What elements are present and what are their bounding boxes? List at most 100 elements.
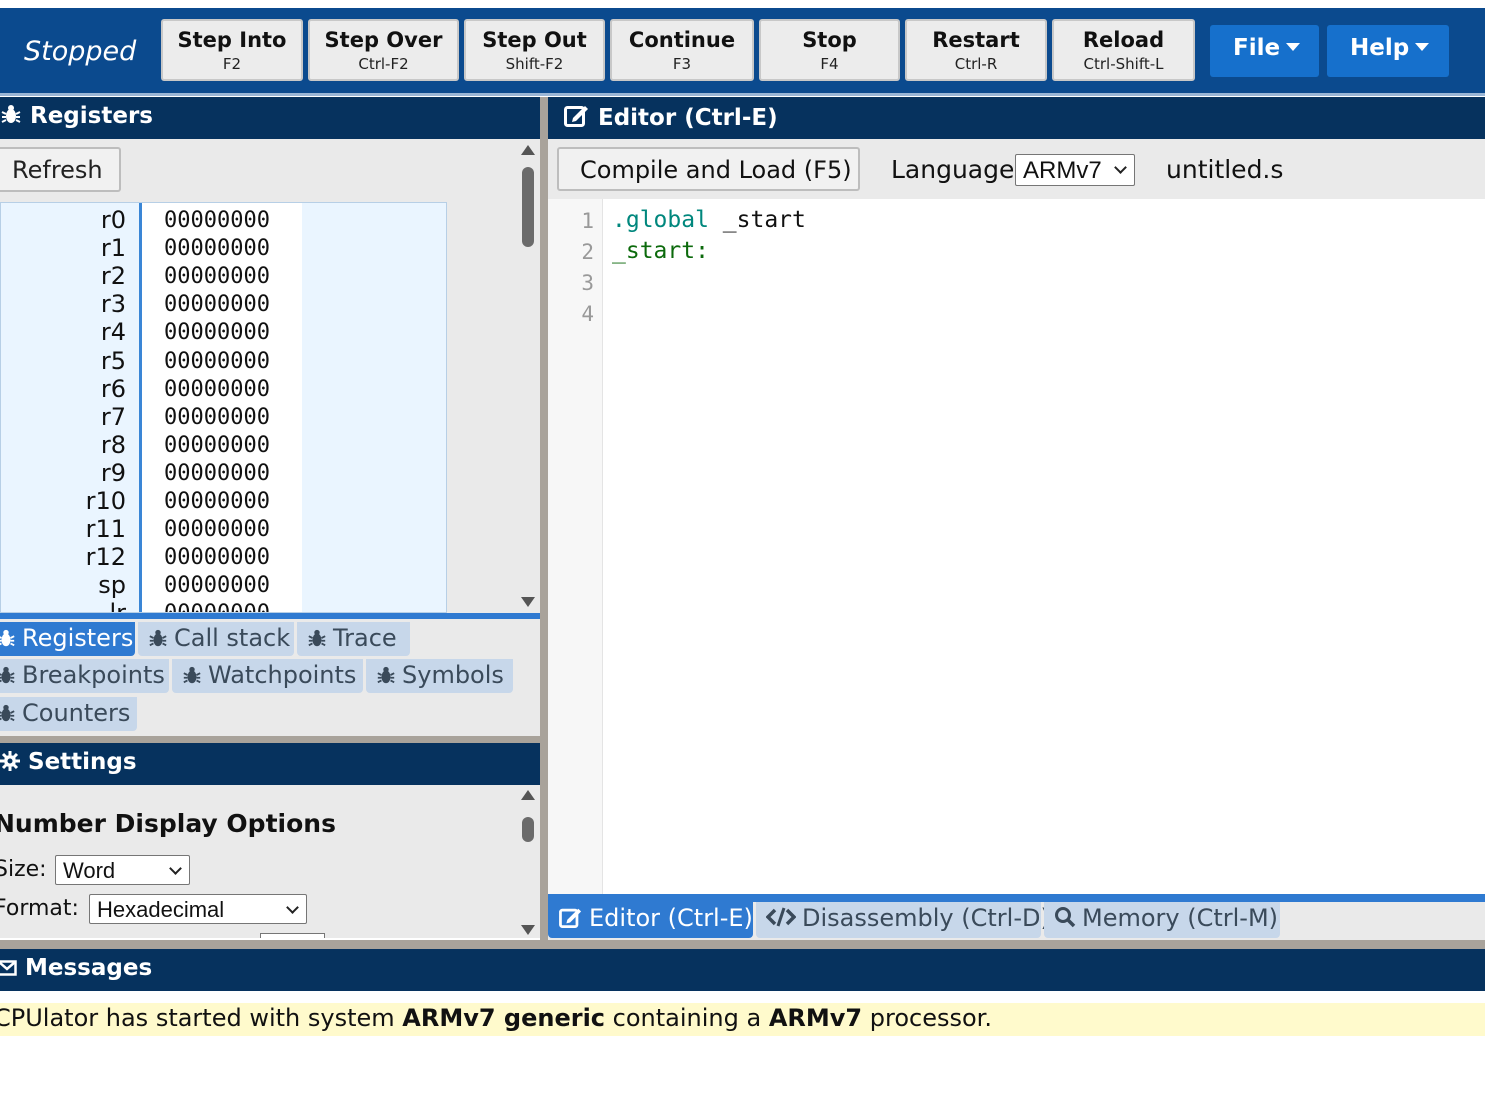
editor-toolbar: Compile and Load (F5) Language: ARMv7 un… [548, 139, 1485, 199]
language-label: Language: [891, 155, 1023, 184]
register-value[interactable]: 00000000 [164, 517, 270, 542]
settings-scrollbar[interactable] [521, 790, 535, 936]
tab-call-stack-label: Call stack [174, 624, 291, 652]
left-panel-splitter[interactable] [0, 736, 540, 743]
register-name: r0 [100, 206, 126, 234]
tab-trace[interactable]: Trace [297, 622, 410, 656]
register-name: r12 [85, 543, 126, 572]
language-select[interactable]: ARMv7 [1015, 154, 1135, 186]
register-name: r1 [100, 234, 126, 263]
caret-down-icon [1415, 43, 1430, 51]
chevron-down-icon [169, 862, 182, 875]
tab-memory[interactable]: Memory (Ctrl-M) [1044, 902, 1280, 938]
vertical-splitter[interactable] [540, 97, 548, 940]
filename: untitled.s [1166, 155, 1284, 184]
scroll-down-arrow-icon[interactable] [521, 597, 535, 607]
messages-splitter[interactable] [0, 940, 1485, 949]
file-menu-button[interactable]: File [1210, 25, 1319, 77]
gear-icon [0, 751, 20, 777]
register-value[interactable]: 00000000 [164, 489, 270, 514]
compile-and-load-button[interactable]: Compile and Load (F5) [557, 147, 860, 191]
message-line: CPUlator has started with system ARMv7 g… [0, 1003, 1485, 1036]
scroll-up-arrow-icon[interactable] [521, 145, 535, 155]
format-select[interactable]: Hexadecimal [89, 894, 307, 924]
reload-button[interactable]: Reload Ctrl-Shift-L [1052, 19, 1195, 81]
tab-registers-label: Registers [22, 624, 134, 652]
scrollbar-thumb[interactable] [522, 817, 534, 842]
step-into-button[interactable]: Step Into F2 [161, 19, 303, 81]
step-over-button[interactable]: Step Over Ctrl-F2 [308, 19, 459, 81]
label-token: _start: [612, 238, 709, 264]
format-label: Format: [0, 896, 79, 921]
tab-disassembly[interactable]: Disassembly (Ctrl-D) [756, 902, 1050, 938]
register-value[interactable]: 00000000 [164, 292, 270, 317]
code-line: _start: [612, 238, 709, 264]
register-name: r5 [100, 346, 126, 375]
editor-tab-strip: Editor (Ctrl-E) Disassembly (Ctrl-D) Mem… [548, 894, 1485, 940]
register-value[interactable]: 00000000 [164, 601, 270, 612]
register-name: r11 [85, 515, 126, 544]
register-row: r0 00000000 [1, 206, 446, 234]
tab-watchpoints[interactable]: Watchpoints [172, 659, 363, 693]
tab-editor[interactable]: Editor (Ctrl-E) [548, 902, 753, 938]
register-value[interactable]: 00000000 [164, 208, 270, 233]
step-over-shortcut: Ctrl-F2 [358, 55, 409, 73]
register-value[interactable]: 00000000 [164, 433, 270, 458]
registers-panel-header: Registers [0, 97, 540, 139]
code-editor[interactable]: 1 2 3 4 .global _start _start: [548, 199, 1485, 895]
register-value[interactable]: 00000000 [164, 264, 270, 289]
registers-scrollbar[interactable] [521, 145, 535, 609]
bug-icon [307, 626, 327, 654]
register-row: r4 00000000 [1, 318, 446, 347]
messages-panel-header: Messages [0, 949, 1485, 991]
step-over-label: Step Over [324, 28, 443, 52]
tab-breakpoints[interactable]: Breakpoints [0, 659, 169, 693]
step-into-label: Step Into [177, 28, 287, 52]
tab-symbols-label: Symbols [402, 661, 504, 689]
register-value[interactable]: 00000000 [164, 236, 270, 261]
bug-icon [0, 701, 16, 729]
refresh-button[interactable]: Refresh [0, 147, 121, 192]
editor-panel-header: Editor (Ctrl-E) [548, 97, 1485, 139]
message-text: CPUlator has started with system [0, 1004, 403, 1032]
bug-icon [0, 663, 16, 691]
caret-down-icon [1286, 43, 1301, 51]
tab-counters[interactable]: Counters [0, 697, 137, 731]
register-row: r11 00000000 [1, 515, 446, 544]
chevron-down-icon [286, 901, 299, 914]
help-menu-button[interactable]: Help [1327, 25, 1449, 77]
scroll-down-arrow-icon[interactable] [521, 925, 535, 935]
directive-token: .global [612, 207, 709, 233]
step-into-shortcut: F2 [222, 55, 242, 73]
register-row: r9 00000000 [1, 459, 446, 487]
register-value[interactable]: 00000000 [164, 349, 270, 374]
tab-symbols[interactable]: Symbols [366, 659, 513, 693]
register-name: r4 [100, 318, 126, 347]
step-out-button[interactable]: Step Out Shift-F2 [464, 19, 605, 81]
scrollbar-thumb[interactable] [522, 167, 534, 247]
register-value[interactable]: 00000000 [164, 377, 270, 402]
size-select[interactable]: Word [55, 855, 190, 885]
search-icon [1054, 906, 1076, 934]
partial-select [260, 933, 325, 938]
restart-button[interactable]: Restart Ctrl-R [905, 19, 1047, 81]
register-value[interactable]: 00000000 [164, 573, 270, 598]
scroll-up-arrow-icon[interactable] [521, 790, 535, 800]
tab-call-stack[interactable]: Call stack [138, 622, 294, 656]
restart-shortcut: Ctrl-R [954, 55, 998, 73]
tab-watchpoints-label: Watchpoints [208, 661, 357, 689]
register-value[interactable]: 00000000 [164, 545, 270, 570]
continue-label: Continue [628, 28, 736, 52]
code-icon [765, 906, 797, 934]
register-row: r10 00000000 [1, 487, 446, 515]
register-value[interactable]: 00000000 [164, 320, 270, 345]
continue-button[interactable]: Continue F3 [610, 19, 754, 81]
tab-registers[interactable]: Registers [0, 622, 135, 656]
stop-button[interactable]: Stop F4 [759, 19, 900, 81]
register-value[interactable]: 00000000 [164, 461, 270, 486]
register-row: r3 00000000 [1, 290, 446, 318]
register-value[interactable]: 00000000 [164, 405, 270, 430]
messages-title: Messages [25, 955, 153, 981]
chevron-down-icon [1114, 161, 1127, 174]
code-token: _start [708, 207, 806, 233]
